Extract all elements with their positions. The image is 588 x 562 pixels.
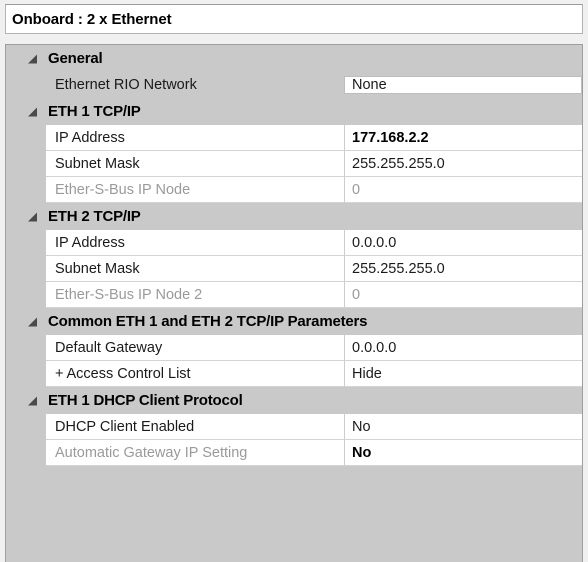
property-row[interactable]: IP Address 177.168.2.2 <box>6 125 582 151</box>
property-label-cell: Subnet Mask <box>46 256 344 282</box>
property-value-cell[interactable]: No <box>344 440 582 466</box>
property-label-cell: Ethernet RIO Network <box>46 72 344 98</box>
property-label-cell: IP Address <box>46 125 344 151</box>
property-value: No <box>352 444 372 461</box>
property-label: DHCP Client Enabled <box>55 418 195 435</box>
property-row[interactable]: Automatic Gateway IP Setting No <box>6 440 582 466</box>
row-gutter <box>6 361 46 387</box>
row-gutter <box>6 72 46 98</box>
row-gutter <box>6 125 46 151</box>
property-label: Ether-S-Bus IP Node 2 <box>55 286 203 303</box>
property-value-cell[interactable]: None <box>344 72 582 98</box>
group-gutter <box>6 203 46 230</box>
property-value-cell[interactable]: No <box>344 414 582 440</box>
group-header-row[interactable]: General <box>6 45 582 72</box>
row-gutter <box>6 414 46 440</box>
property-row[interactable]: Subnet Mask 255.255.255.0 <box>6 256 582 282</box>
property-label-cell: Automatic Gateway IP Setting <box>46 440 344 466</box>
property-label: Access Control List <box>66 365 191 382</box>
property-row[interactable]: Ether-S-Bus IP Node 0 <box>6 177 582 203</box>
row-gutter <box>6 440 46 466</box>
property-label: IP Address <box>55 129 125 146</box>
property-value: 0 <box>352 181 361 198</box>
row-gutter <box>6 335 46 361</box>
property-value-cell[interactable]: 255.255.255.0 <box>344 151 582 177</box>
group-header-label: ETH 2 TCP/IP <box>48 208 141 225</box>
property-value: None <box>352 77 387 93</box>
property-label: Default Gateway <box>55 339 163 356</box>
title-grid-spacer <box>5 34 583 44</box>
property-label-cell: Subnet Mask <box>46 151 344 177</box>
property-value: 0.0.0.0 <box>352 339 397 356</box>
group-header-label: ETH 1 DHCP Client Protocol <box>48 392 243 409</box>
property-label-cell: DHCP Client Enabled <box>46 414 344 440</box>
property-value-cell[interactable]: 0 <box>344 177 582 203</box>
row-gutter <box>6 151 46 177</box>
triangle-expanded-icon[interactable] <box>28 107 37 116</box>
property-grid-panel: Onboard : 2 x Ethernet General Ethernet R… <box>0 0 588 562</box>
row-gutter <box>6 282 46 308</box>
property-label-cell: Ether-S-Bus IP Node 2 <box>46 282 344 308</box>
property-value: 255.255.255.0 <box>352 260 445 277</box>
page-title: Onboard : 2 x Ethernet <box>12 10 172 28</box>
property-label-cell: Ether-S-Bus IP Node <box>46 177 344 203</box>
property-grid: General Ethernet RIO Network None ETH 1 TCP… <box>5 44 583 562</box>
property-row[interactable]: Ethernet RIO Network None <box>6 72 582 98</box>
group-header-row[interactable]: ETH 1 DHCP Client Protocol <box>6 387 582 414</box>
group-header-row[interactable]: ETH 2 TCP/IP <box>6 203 582 230</box>
property-value: Hide <box>352 365 382 382</box>
panel-title-bar: Onboard : 2 x Ethernet <box>5 4 583 34</box>
property-row[interactable]: + Access Control List Hide <box>6 361 582 387</box>
property-label: Ether-S-Bus IP Node <box>55 181 191 198</box>
group-header-label: General <box>48 50 103 67</box>
property-value-cell[interactable]: 255.255.255.0 <box>344 256 582 282</box>
property-label: Ethernet RIO Network <box>55 77 197 93</box>
property-row[interactable]: Ether-S-Bus IP Node 2 0 <box>6 282 582 308</box>
group-header-label: Common ETH 1 and ETH 2 TCP/IP Parameters <box>48 313 368 330</box>
property-value: 0.0.0.0 <box>352 234 397 251</box>
property-value-cell[interactable]: 0.0.0.0 <box>344 335 582 361</box>
property-value: No <box>352 418 371 435</box>
property-row[interactable]: DHCP Client Enabled No <box>6 414 582 440</box>
property-value: 255.255.255.0 <box>352 155 445 172</box>
property-value-cell[interactable]: Hide <box>344 361 582 387</box>
triangle-expanded-icon[interactable] <box>28 396 37 405</box>
property-label: Subnet Mask <box>55 260 140 277</box>
property-value-cell[interactable]: 0.0.0.0 <box>344 230 582 256</box>
row-gutter <box>6 177 46 203</box>
property-value-editor[interactable]: None <box>344 76 582 94</box>
property-value: 177.168.2.2 <box>352 129 429 146</box>
expand-plus-icon[interactable]: + <box>55 366 63 382</box>
property-label: Automatic Gateway IP Setting <box>55 444 248 461</box>
triangle-expanded-icon[interactable] <box>28 317 37 326</box>
group-gutter <box>6 98 46 125</box>
group-gutter <box>6 45 46 72</box>
property-row[interactable]: Default Gateway 0.0.0.0 <box>6 335 582 361</box>
property-value-cell[interactable]: 177.168.2.2 <box>344 125 582 151</box>
property-value-cell[interactable]: 0 <box>344 282 582 308</box>
triangle-expanded-icon[interactable] <box>28 212 37 221</box>
property-row[interactable]: IP Address 0.0.0.0 <box>6 230 582 256</box>
row-gutter <box>6 230 46 256</box>
group-header-label: ETH 1 TCP/IP <box>48 103 141 120</box>
property-label: IP Address <box>55 234 125 251</box>
triangle-expanded-icon[interactable] <box>28 54 37 63</box>
group-header-row[interactable]: ETH 1 TCP/IP <box>6 98 582 125</box>
group-header-row[interactable]: Common ETH 1 and ETH 2 TCP/IP Parameters <box>6 308 582 335</box>
property-row[interactable]: Subnet Mask 255.255.255.0 <box>6 151 582 177</box>
property-value: 0 <box>352 286 361 303</box>
row-gutter <box>6 256 46 282</box>
property-label-cell: + Access Control List <box>46 361 344 387</box>
group-gutter <box>6 387 46 414</box>
property-label-cell: Default Gateway <box>46 335 344 361</box>
group-gutter <box>6 308 46 335</box>
property-label-cell: IP Address <box>46 230 344 256</box>
property-label: Subnet Mask <box>55 155 140 172</box>
